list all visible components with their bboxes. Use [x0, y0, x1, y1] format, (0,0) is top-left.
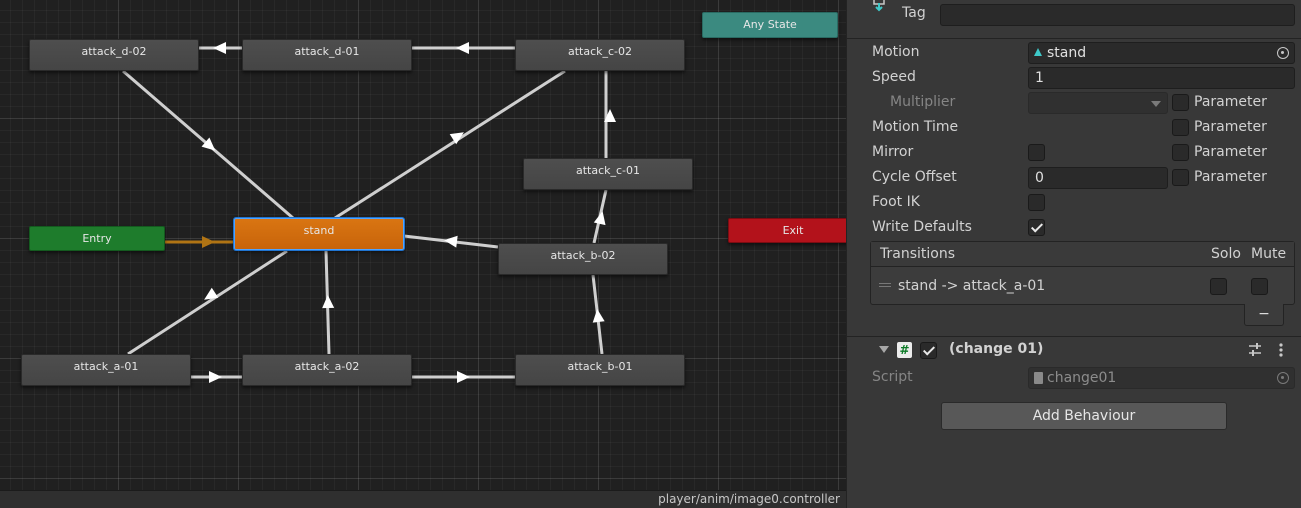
inspector-panel: Tag Motion stand Speed 1 Multiplier Para…: [846, 0, 1301, 508]
multiplier-label: Multiplier: [890, 94, 956, 110]
state-attack-c-01[interactable]: attack_c-01: [523, 158, 693, 190]
state-entry[interactable]: Entry: [29, 226, 165, 251]
motion-label: Motion: [872, 44, 920, 60]
script-value: change01: [1047, 370, 1117, 386]
motion-time-label: Motion Time: [872, 119, 959, 135]
multiplier-parameter-checkbox[interactable]: [1172, 94, 1189, 111]
speed-label: Speed: [872, 69, 916, 85]
transitions-list: Transitions Solo Mute stand -> attack_a-…: [870, 241, 1295, 305]
state-attack-d-01[interactable]: attack_d-01: [242, 39, 412, 71]
link-d01-to-d02-arrow-icon: [213, 42, 226, 54]
script-hash-icon: #: [897, 342, 912, 358]
solo-column-header: Solo: [1211, 246, 1241, 262]
animation-clip-icon: [1034, 48, 1042, 56]
foldout-arrow-icon[interactable]: [879, 346, 889, 353]
speed-input[interactable]: 1: [1028, 67, 1295, 89]
link-stand-to-a01[interactable]: [127, 249, 288, 356]
transition-solo-checkbox[interactable]: [1210, 278, 1227, 295]
transitions-header: Transitions Solo Mute: [871, 242, 1294, 267]
state-stand[interactable]: stand: [234, 218, 404, 250]
state-icon: [871, 0, 887, 12]
link-entry-to-stand-arrow-icon: [202, 236, 215, 248]
link-a02-to-stand-arrow-icon: [322, 295, 335, 309]
remove-transition-button[interactable]: −: [1244, 304, 1284, 326]
controller-path: player/anim/image0.controller: [0, 490, 846, 508]
state-any-state[interactable]: Any State: [702, 12, 838, 38]
link-c02-to-d01-arrow-icon: [456, 42, 469, 54]
tag-input[interactable]: [940, 4, 1295, 26]
cycle-offset-input[interactable]: 0: [1028, 167, 1168, 189]
state-exit[interactable]: Exit: [728, 218, 846, 243]
link-b01-to-b02-arrow-icon: [592, 309, 605, 323]
chevron-down-icon: [1151, 101, 1161, 107]
behaviour-divider: [847, 336, 1301, 337]
behaviour-title: (change 01): [949, 341, 1044, 357]
mirror-checkbox[interactable]: [1028, 144, 1045, 161]
cycle-offset-label: Cycle Offset: [872, 169, 957, 185]
drag-handle-icon[interactable]: [879, 283, 891, 284]
mute-column-header: Mute: [1251, 246, 1287, 262]
write-defaults-label: Write Defaults: [872, 219, 972, 235]
state-attack-b-01[interactable]: attack_b-01: [515, 354, 685, 386]
multiplier-dropdown[interactable]: [1028, 92, 1168, 114]
link-b02-to-stand-arrow-icon: [444, 235, 458, 248]
foot-ik-checkbox[interactable]: [1028, 194, 1045, 211]
state-attack-c-02[interactable]: attack_c-02: [515, 39, 685, 71]
motion-field[interactable]: stand: [1028, 42, 1295, 64]
link-a01-to-a02-arrow-icon: [209, 371, 222, 383]
header-divider: [847, 38, 1301, 39]
state-attack-a-02[interactable]: attack_a-02: [242, 354, 412, 386]
transitions-title: Transitions: [880, 246, 955, 262]
object-picker-icon[interactable]: [1277, 47, 1289, 59]
object-picker-icon: [1277, 372, 1289, 384]
state-attack-d-02[interactable]: attack_d-02: [29, 39, 199, 71]
mirror-label: Mirror: [872, 144, 914, 160]
link-a02-to-b01-arrow-icon: [457, 371, 470, 383]
script-file-icon: [1034, 372, 1043, 384]
state-attack-a-01[interactable]: attack_a-01: [21, 354, 191, 386]
motion-time-parameter-checkbox[interactable]: [1172, 119, 1189, 136]
more-options-icon[interactable]: [1279, 343, 1283, 357]
cycle-offset-parameter-label: Parameter: [1194, 169, 1267, 185]
cycle-offset-parameter-checkbox[interactable]: [1172, 169, 1189, 186]
foot-ik-label: Foot IK: [872, 194, 920, 210]
tag-label: Tag: [902, 5, 926, 21]
mirror-parameter-checkbox[interactable]: [1172, 144, 1189, 161]
script-field: change01: [1028, 367, 1295, 389]
script-label: Script: [872, 369, 913, 385]
state-attack-b-02[interactable]: attack_b-02: [498, 243, 668, 275]
motion-time-parameter-label: Parameter: [1194, 119, 1267, 135]
transition-label: stand -> attack_a-01: [898, 278, 1046, 294]
link-stand-to-c02[interactable]: [334, 69, 566, 220]
transition-mute-checkbox[interactable]: [1251, 278, 1268, 295]
write-defaults-checkbox[interactable]: [1028, 219, 1045, 236]
mirror-parameter-label: Parameter: [1194, 144, 1267, 160]
animator-graph[interactable]: Any State attack_d-02 attack_d-01 attack…: [0, 0, 846, 508]
transition-row[interactable]: stand -> attack_a-01: [871, 268, 1294, 304]
add-behaviour-button[interactable]: Add Behaviour: [941, 402, 1227, 430]
motion-value: stand: [1047, 45, 1087, 61]
behaviour-enabled-checkbox[interactable]: [920, 342, 937, 359]
sliders-icon[interactable]: [1249, 343, 1261, 357]
multiplier-parameter-label: Parameter: [1194, 94, 1267, 110]
